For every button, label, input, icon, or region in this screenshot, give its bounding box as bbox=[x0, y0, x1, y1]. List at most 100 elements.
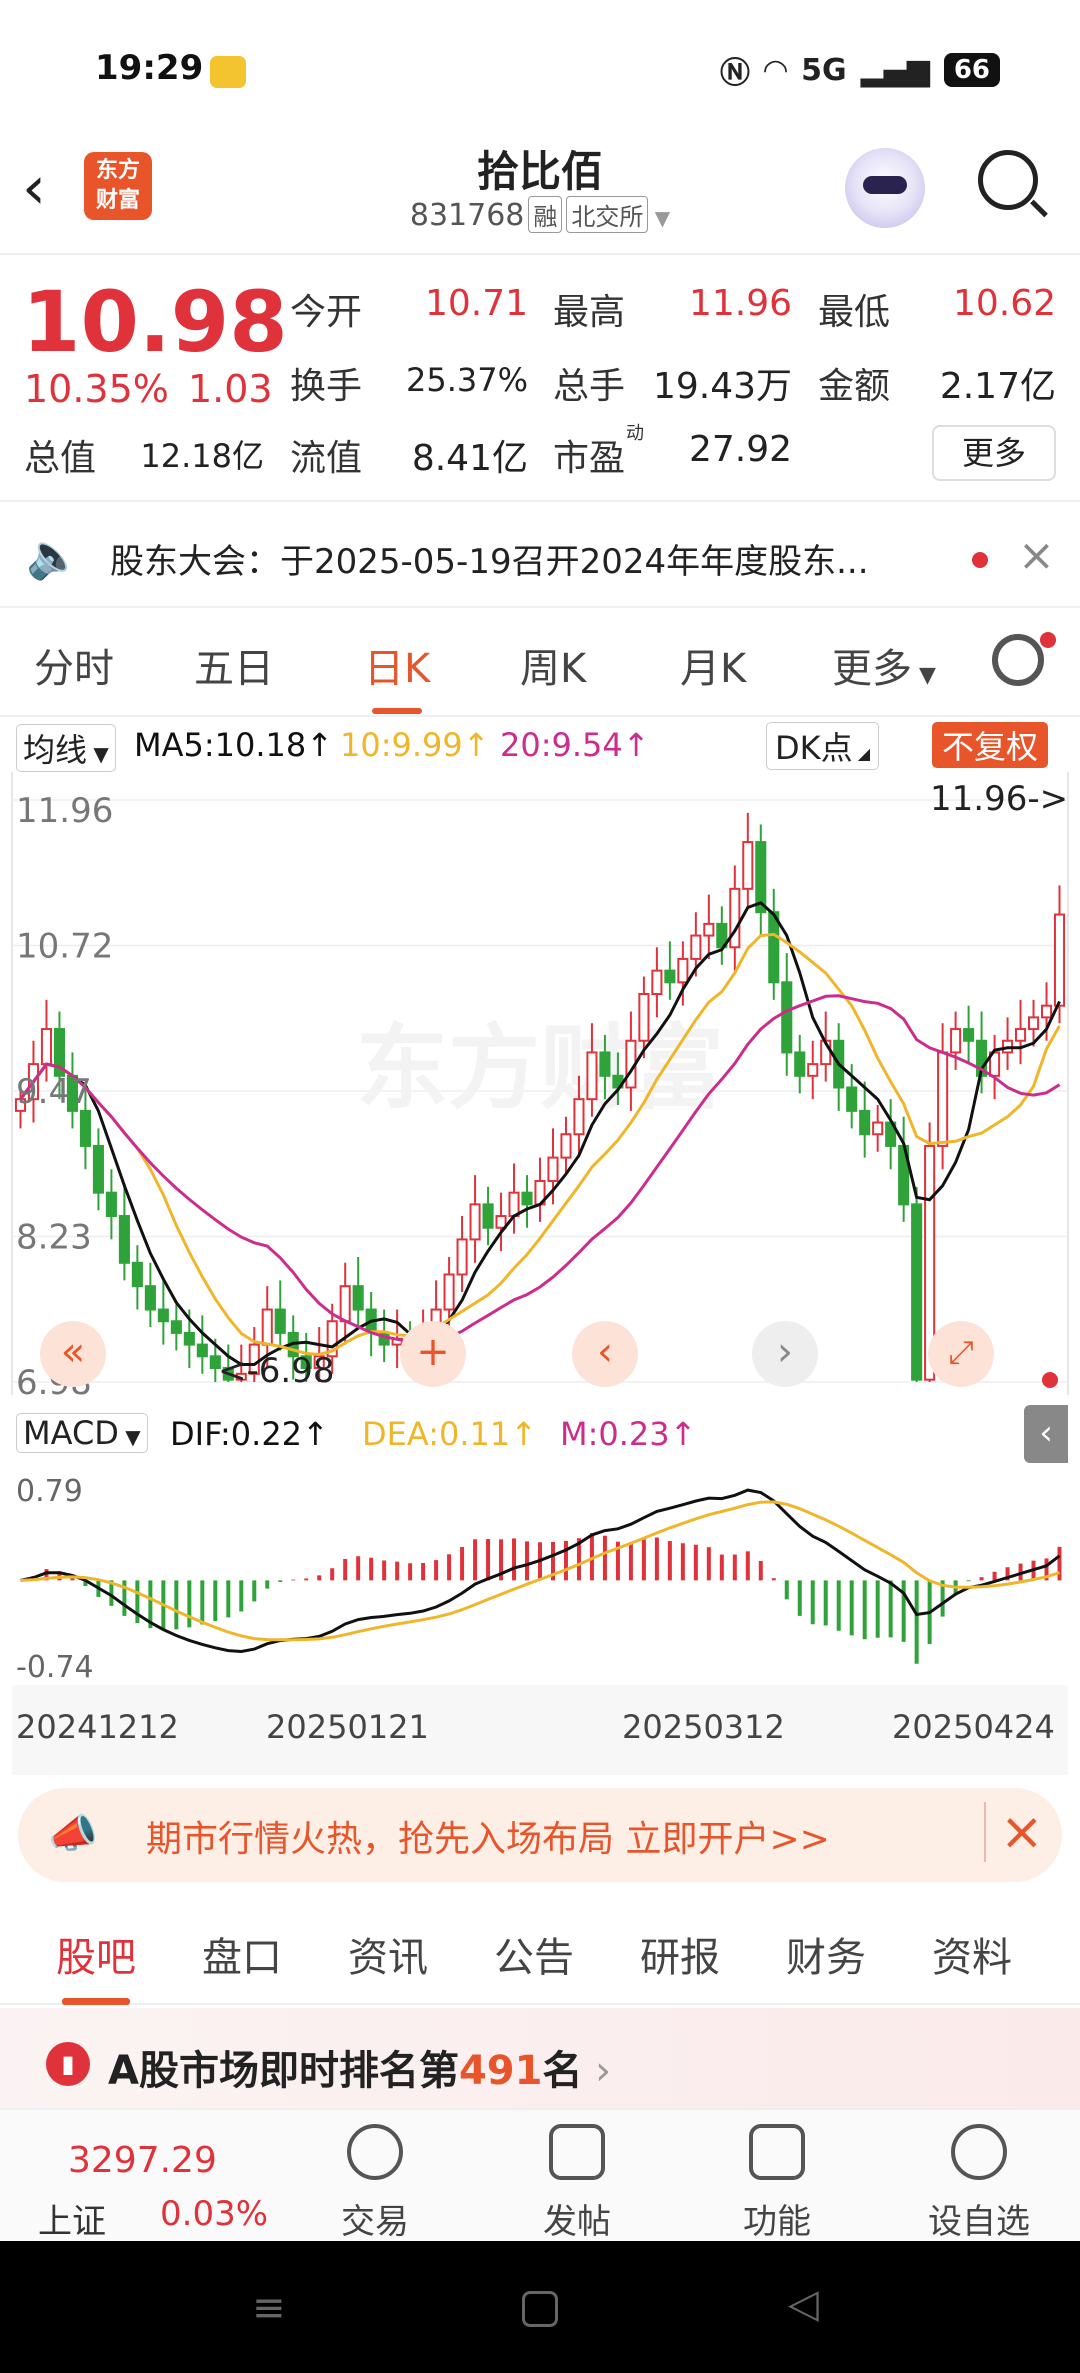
candlestick-chart[interactable]: 东方财富 11.9610.729.478.236.98 11.96-> <-6.… bbox=[0, 770, 1080, 1400]
candle-body bbox=[794, 1051, 806, 1077]
last-price: 10.98 bbox=[22, 273, 288, 371]
settings-badge-icon bbox=[1040, 632, 1056, 648]
index-widget[interactable]: 3297.29 上证 0.03% bbox=[30, 2130, 280, 2242]
back-nav-icon[interactable]: ◁ bbox=[788, 2281, 819, 2327]
high-value: 11.96 bbox=[688, 283, 792, 324]
candle-body bbox=[521, 1191, 533, 1206]
stock-code: 831768 bbox=[409, 198, 525, 233]
tab-profile[interactable]: 资料 bbox=[932, 1925, 1012, 1983]
grid-icon bbox=[749, 2124, 805, 2180]
macd-legend: MACD ▼ DIF:0.22↑ DEA:0.11↑ M:0.23↑ ‹ bbox=[0, 1405, 1080, 1465]
tab-guba[interactable]: 股吧 bbox=[56, 1925, 136, 2005]
scroll-left-fast-icon[interactable]: « bbox=[40, 1321, 106, 1387]
watermark: 东方财富 bbox=[356, 1015, 724, 1122]
close-icon[interactable]: × bbox=[1018, 530, 1055, 581]
assistant-robot-icon[interactable] bbox=[845, 148, 925, 228]
tab-weekly-k[interactable]: 周K bbox=[520, 636, 586, 694]
wifi-icon: ◠ bbox=[764, 52, 788, 88]
zoom-in-icon[interactable]: + bbox=[400, 1321, 466, 1387]
yen-icon bbox=[347, 2124, 403, 2180]
dropdown-icon: ▼ bbox=[648, 206, 671, 230]
promo-close-icon[interactable]: × bbox=[984, 1802, 1044, 1862]
tab-financials[interactable]: 财务 bbox=[786, 1925, 866, 1983]
tab-news[interactable]: 资讯 bbox=[348, 1925, 428, 1983]
candle-body bbox=[768, 911, 780, 984]
tab-announcements[interactable]: 公告 bbox=[494, 1925, 574, 1983]
candle-body bbox=[79, 1109, 91, 1147]
min-marker: <-6.98 bbox=[218, 1351, 334, 1391]
change-amount: 1.03 bbox=[188, 367, 273, 411]
candle-body bbox=[599, 1051, 611, 1077]
candle-body bbox=[677, 957, 689, 984]
candle-body bbox=[170, 1320, 182, 1334]
trade-button[interactable]: 交易 bbox=[310, 2124, 440, 2243]
candle-body bbox=[157, 1308, 169, 1323]
candle-body bbox=[456, 1238, 468, 1276]
candle-body bbox=[508, 1191, 520, 1218]
tab-daily-k[interactable]: 日K bbox=[364, 636, 430, 714]
volume-value: 19.43万 bbox=[652, 366, 792, 407]
float-label: 流值 bbox=[290, 438, 363, 479]
tab-five-day[interactable]: 五日 bbox=[194, 636, 274, 694]
tab-intraday[interactable]: 分时 bbox=[34, 636, 114, 694]
ma-selector[interactable]: 均线 ▼ bbox=[16, 724, 116, 772]
fullscreen-icon[interactable]: ⤢ bbox=[928, 1321, 994, 1387]
more-button[interactable]: 更多 bbox=[932, 425, 1056, 481]
dk-button[interactable]: DK点 ◢ bbox=[766, 722, 880, 770]
more-dots-icon bbox=[951, 2124, 1007, 2180]
candle-body bbox=[729, 887, 741, 949]
index-change: 0.03% bbox=[160, 2194, 269, 2234]
ma10-value: 10:9.99↑ bbox=[340, 726, 490, 764]
volume-label: 总手 bbox=[553, 366, 626, 407]
collapse-panel-icon[interactable]: ‹ bbox=[1024, 1405, 1068, 1463]
menu-nav-icon[interactable]: ≡ bbox=[252, 2285, 286, 2331]
tab-research[interactable]: 研报 bbox=[640, 1925, 720, 1983]
tab-monthly-k[interactable]: 月K bbox=[680, 636, 746, 694]
y-tick-label: 11.96 bbox=[16, 791, 113, 831]
scroll-right-icon[interactable]: › bbox=[752, 1321, 818, 1387]
open-label: 今开 bbox=[290, 292, 363, 333]
amount-label: 金额 bbox=[818, 366, 891, 407]
candle-body bbox=[339, 1285, 351, 1323]
pe-value: 27.92 bbox=[688, 429, 792, 470]
candle-body bbox=[807, 1063, 819, 1077]
home-nav-icon[interactable] bbox=[522, 2291, 558, 2327]
content-tabs: 股吧 盘口 资讯 公告 研报 财务 资料 bbox=[0, 1895, 1080, 2005]
candle-body bbox=[482, 1203, 494, 1229]
bottom-toolbar: 3297.29 上证 0.03% 交易 发帖 功能 设自选 bbox=[0, 2108, 1080, 2243]
nfc-icon: Ⓝ bbox=[720, 56, 751, 91]
adjust-button[interactable]: 不复权 bbox=[932, 722, 1049, 768]
system-nav-bar: ≡ ◁ bbox=[0, 2241, 1080, 2373]
tab-order-book[interactable]: 盘口 bbox=[202, 1925, 282, 1983]
scroll-left-icon[interactable]: ‹ bbox=[572, 1321, 638, 1387]
settings-gear-icon[interactable] bbox=[992, 634, 1044, 686]
macd-chart[interactable]: 0.79 -0.74 20241212 20250121 20250312 20… bbox=[0, 1465, 1080, 1775]
candle-body bbox=[547, 1156, 559, 1182]
amount-value: 2.17亿 bbox=[939, 366, 1056, 407]
search-icon[interactable] bbox=[978, 150, 1038, 210]
live-dot-icon bbox=[1042, 1372, 1058, 1388]
tab-more[interactable]: 更多 ▼ bbox=[832, 636, 936, 694]
pe-dynamic-sup: 动 bbox=[626, 423, 644, 444]
macd-selector[interactable]: MACD ▼ bbox=[16, 1413, 148, 1453]
post-button[interactable]: 发帖 bbox=[512, 2124, 642, 2243]
candle-body bbox=[469, 1203, 481, 1241]
candle-body bbox=[911, 1203, 923, 1381]
candle-body bbox=[638, 993, 650, 1042]
edit-icon bbox=[549, 2124, 605, 2180]
candle-body bbox=[1027, 1016, 1040, 1031]
stock-header: ‹ 东方 财富 拾比佰 831768 融北交所 ▼ bbox=[0, 130, 1080, 255]
add-watchlist-button[interactable]: 设自选 bbox=[914, 2124, 1044, 2243]
turnover-label: 换手 bbox=[290, 366, 363, 407]
candle-body bbox=[703, 922, 715, 937]
promo-text: 期市行情火热，抢先入场布局 立即开户>> bbox=[146, 1819, 830, 1860]
promo-banner[interactable]: 📣 期市行情火热，抢先入场布局 立即开户>> × bbox=[18, 1788, 1062, 1882]
network-label: 5G bbox=[801, 52, 847, 88]
candle-body bbox=[118, 1215, 130, 1264]
notice-bar[interactable]: 🔈 股东大会：于2025-05-19召开2024年年度股东... × bbox=[0, 508, 1080, 608]
market-rank-banner[interactable]: ▮ A股市场即时排名第491名 › bbox=[0, 2008, 1080, 2108]
rank-chart-icon: ▮ bbox=[46, 2042, 90, 2086]
candle-body bbox=[131, 1261, 143, 1288]
candle-body bbox=[560, 1133, 572, 1159]
function-button[interactable]: 功能 bbox=[712, 2124, 842, 2243]
